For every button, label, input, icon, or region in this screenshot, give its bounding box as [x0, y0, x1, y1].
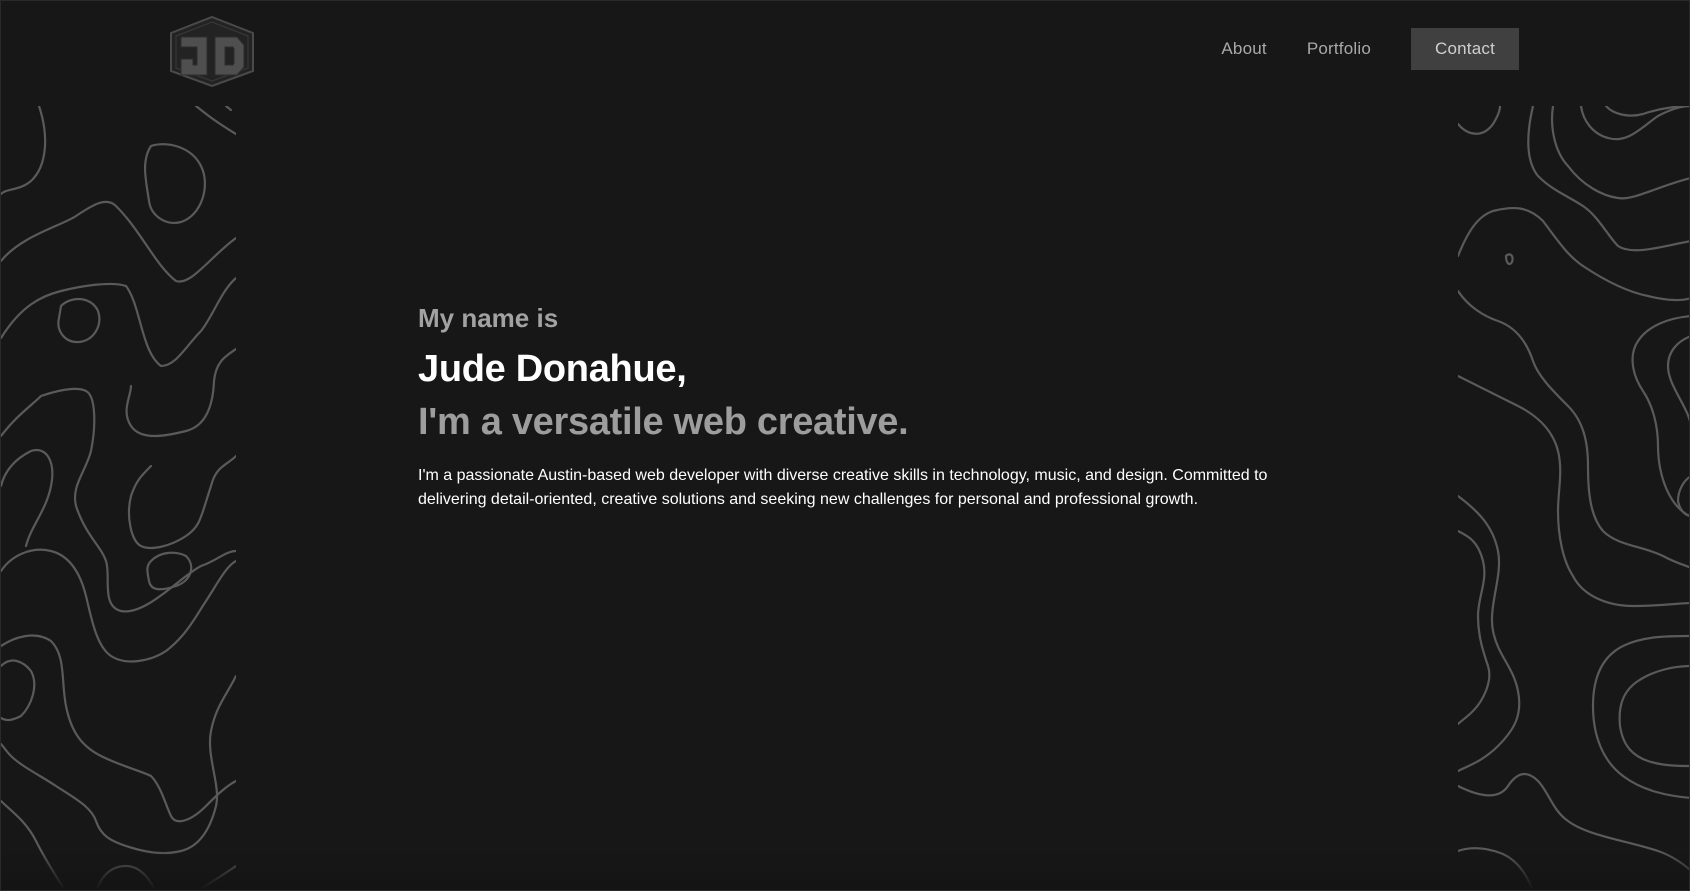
hero-intro: My name is: [418, 303, 559, 333]
hero-name: Jude Donahue,: [418, 348, 687, 390]
nav-portfolio-link[interactable]: Portfolio: [1307, 39, 1371, 59]
hero-section: My name is Jude Donahue, I'm a versatile…: [418, 303, 1288, 512]
hero-tagline: I'm a versatile web creative.: [418, 401, 909, 443]
main-nav: About Portfolio Contact: [1221, 27, 1519, 71]
topo-pattern-right: [1458, 106, 1689, 890]
jd-logo-icon[interactable]: [167, 15, 257, 88]
page: About Portfolio Contact My name is Jude …: [0, 0, 1690, 891]
contact-button[interactable]: Contact: [1411, 28, 1519, 70]
bottom-fade: [1, 850, 1689, 890]
hero-bio: I'm a passionate Austin-based web develo…: [418, 467, 1268, 508]
topo-pattern-left: [1, 106, 236, 890]
nav-about-link[interactable]: About: [1221, 39, 1266, 59]
